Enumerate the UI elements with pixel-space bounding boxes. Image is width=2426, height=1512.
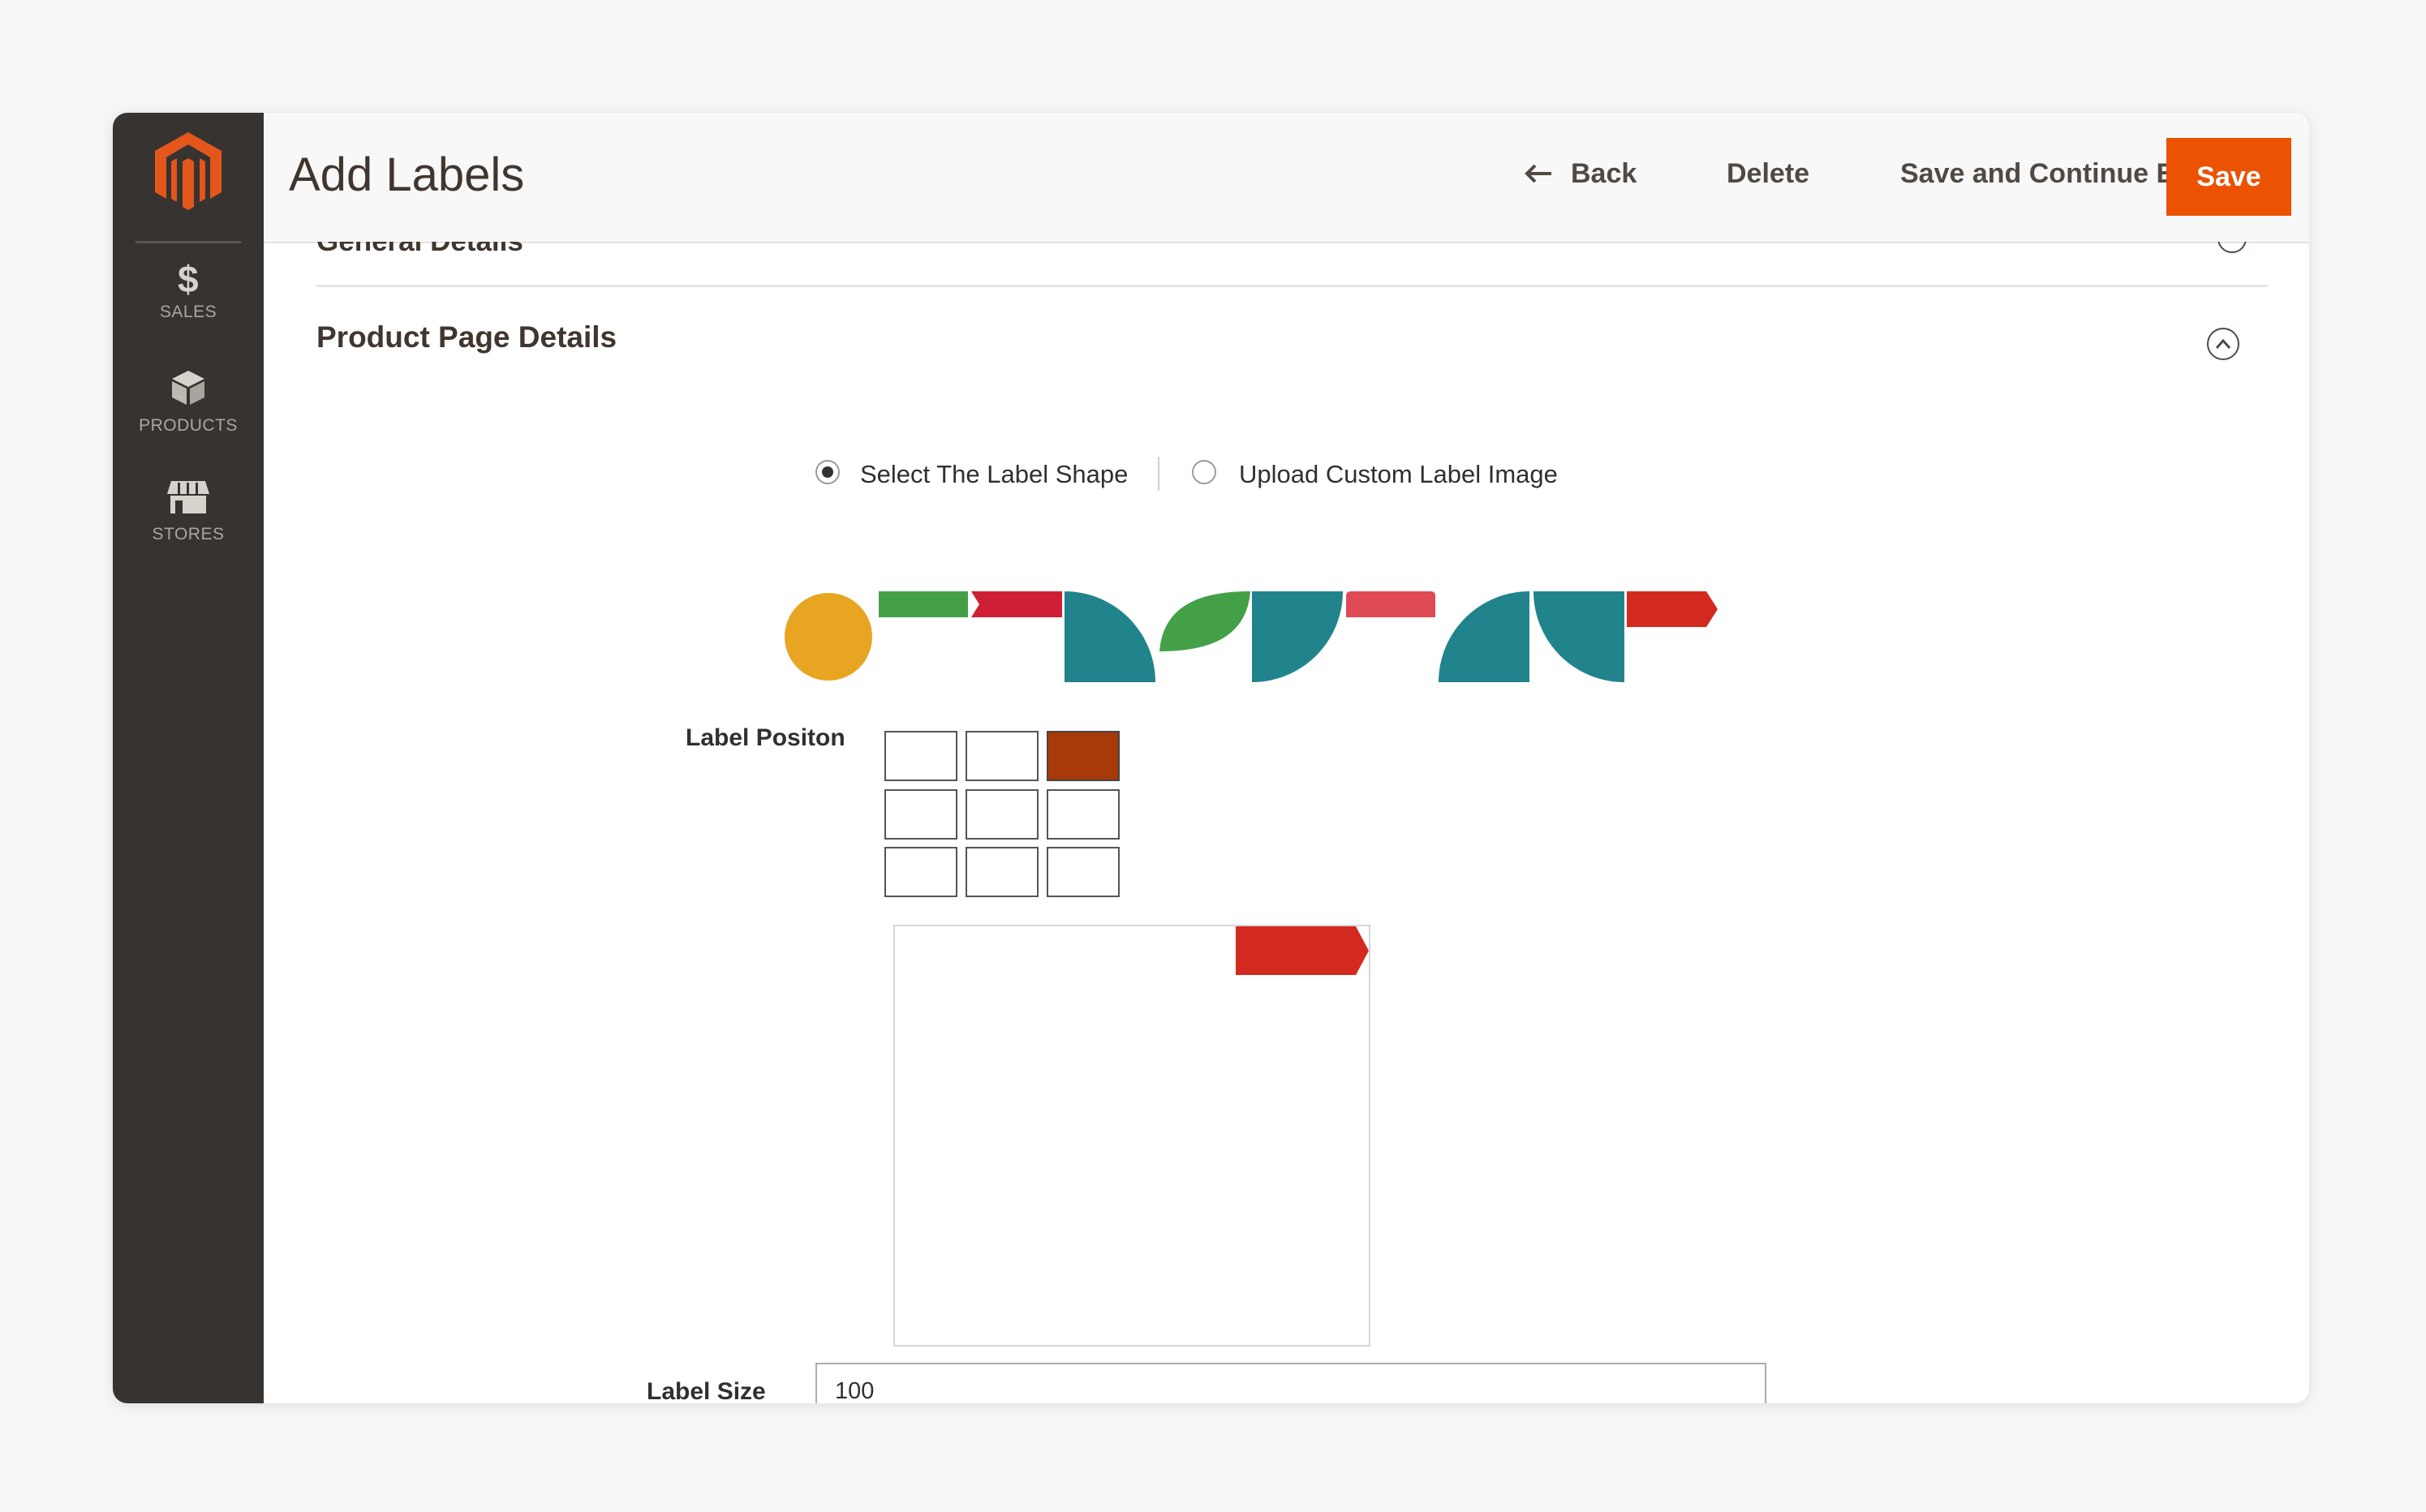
sidebar-item-label: SALES — [159, 303, 217, 321]
admin-window: $ SALES PRODUCTS STORES Add Labels Back … — [113, 113, 2309, 1403]
label-size-input[interactable] — [815, 1363, 1766, 1403]
radio-select-shape-label[interactable]: Select The Label Shape — [860, 460, 1128, 489]
position-cell-top-right[interactable] — [1047, 731, 1120, 781]
box-icon — [113, 369, 264, 411]
shape-notched-ribbon[interactable] — [971, 591, 1062, 617]
section-title-product-page: Product Page Details — [316, 320, 617, 354]
sidebar-item-products[interactable]: PRODUCTS — [113, 369, 264, 436]
radio-separator — [1158, 457, 1159, 491]
shape-rectangle[interactable] — [879, 591, 968, 617]
position-cell-top-left[interactable] — [884, 731, 957, 781]
dollar-icon: $ — [177, 258, 200, 300]
shape-tab[interactable] — [1346, 591, 1435, 617]
position-cell-middle-center[interactable] — [966, 789, 1039, 840]
label-source-group: Select The Label Shape Upload Custom Lab… — [113, 457, 2309, 497]
sidebar-item-label: PRODUCTS — [139, 416, 238, 435]
save-button[interactable]: Save — [2166, 138, 2291, 216]
shape-quarter-circle-bottom[interactable] — [1439, 591, 1529, 682]
shape-quarter-circle-right[interactable] — [1252, 591, 1343, 682]
radio-upload-custom-label[interactable]: Upload Custom Label Image — [1239, 460, 1558, 489]
arrow-left-icon — [1524, 160, 1553, 191]
position-cell-top-center[interactable] — [966, 731, 1039, 781]
sidebar-item-label: STORES — [152, 525, 225, 543]
preview-label-tag — [1236, 926, 1369, 975]
general-details-section[interactable]: General Details — [316, 242, 2268, 271]
page-header: Add Labels Back Delete Save and Continue… — [264, 113, 2309, 243]
radio-select-shape[interactable] — [815, 460, 840, 484]
position-cell-bottom-left[interactable] — [884, 847, 957, 897]
position-cell-bottom-center[interactable] — [966, 847, 1039, 897]
collapse-section-button[interactable] — [2207, 328, 2239, 360]
position-cell-bottom-right[interactable] — [1047, 847, 1120, 897]
magento-logo-icon[interactable] — [153, 131, 223, 212]
chevron-up-icon — [2215, 338, 2231, 349]
label-preview — [893, 925, 1370, 1347]
radio-upload-custom[interactable] — [1192, 460, 1216, 484]
logo-divider — [135, 241, 241, 243]
shape-circle[interactable] — [783, 591, 874, 682]
shape-leaf[interactable] — [1159, 591, 1250, 651]
position-cell-middle-left[interactable] — [884, 789, 957, 840]
shape-arrow-tag[interactable] — [1627, 591, 1718, 627]
back-button[interactable]: Back — [1524, 158, 1637, 191]
section-divider — [316, 285, 2268, 287]
sidebar-item-sales[interactable]: $ SALES — [113, 260, 264, 322]
position-cell-middle-right[interactable] — [1047, 789, 1120, 840]
admin-sidebar: $ SALES PRODUCTS STORES — [113, 113, 264, 1403]
label-position-label: Label Positon — [686, 724, 845, 751]
chevron-down-icon[interactable] — [2217, 242, 2247, 253]
shape-quarter-circle-left[interactable] — [1065, 591, 1155, 682]
page-title: Add Labels — [289, 148, 525, 201]
shape-quarter-circle-top[interactable] — [1533, 591, 1624, 682]
label-size-label: Label Size — [647, 1378, 766, 1403]
delete-button[interactable]: Delete — [1727, 158, 1809, 190]
section-title-general: General Details — [316, 242, 523, 258]
save-and-continue-button[interactable]: Save and Continue Edit — [1900, 158, 2209, 190]
back-button-label: Back — [1571, 158, 1637, 189]
label-shape-picker — [113, 591, 2309, 697]
